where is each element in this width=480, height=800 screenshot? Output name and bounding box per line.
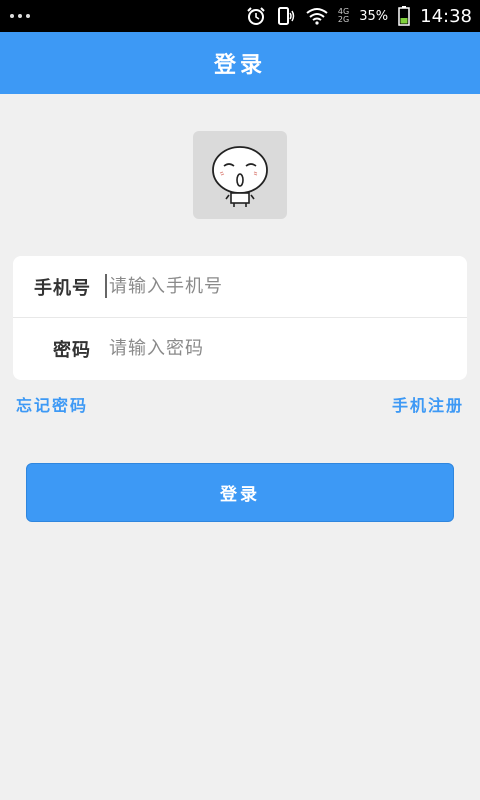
page-title: 登录 — [213, 53, 266, 78]
phone-row: 手机号 — [13, 256, 467, 317]
login-form-card: 手机号 密码 — [13, 256, 467, 380]
phone-input[interactable] — [107, 275, 467, 298]
password-label: 密码 — [53, 339, 91, 361]
menu-dots-icon — [10, 14, 30, 18]
login-button-label: 登录 — [220, 485, 260, 505]
battery-percent: 35% — [359, 8, 389, 24]
cartoon-avatar-icon — [212, 146, 268, 207]
app-header: 登录 — [0, 32, 480, 94]
network-4g-2g-icon: 4G 2G — [337, 7, 350, 24]
text-caret — [105, 274, 107, 298]
phone-signal-icon — [276, 6, 296, 26]
login-button[interactable]: 登录 — [26, 463, 454, 522]
status-bar: 4G 2G 35% 14:38 — [0, 0, 480, 32]
alarm-icon — [246, 6, 266, 26]
password-input[interactable] — [107, 337, 467, 360]
clock: 14:38 — [420, 5, 472, 27]
password-row: 密码 — [13, 317, 467, 379]
avatar[interactable] — [193, 131, 287, 219]
forgot-password-link[interactable]: 忘记密码 — [16, 392, 88, 416]
register-link[interactable]: 手机注册 — [392, 392, 464, 416]
wifi-icon — [306, 7, 328, 25]
phone-label: 手机号 — [34, 277, 91, 299]
battery-icon — [398, 6, 410, 26]
